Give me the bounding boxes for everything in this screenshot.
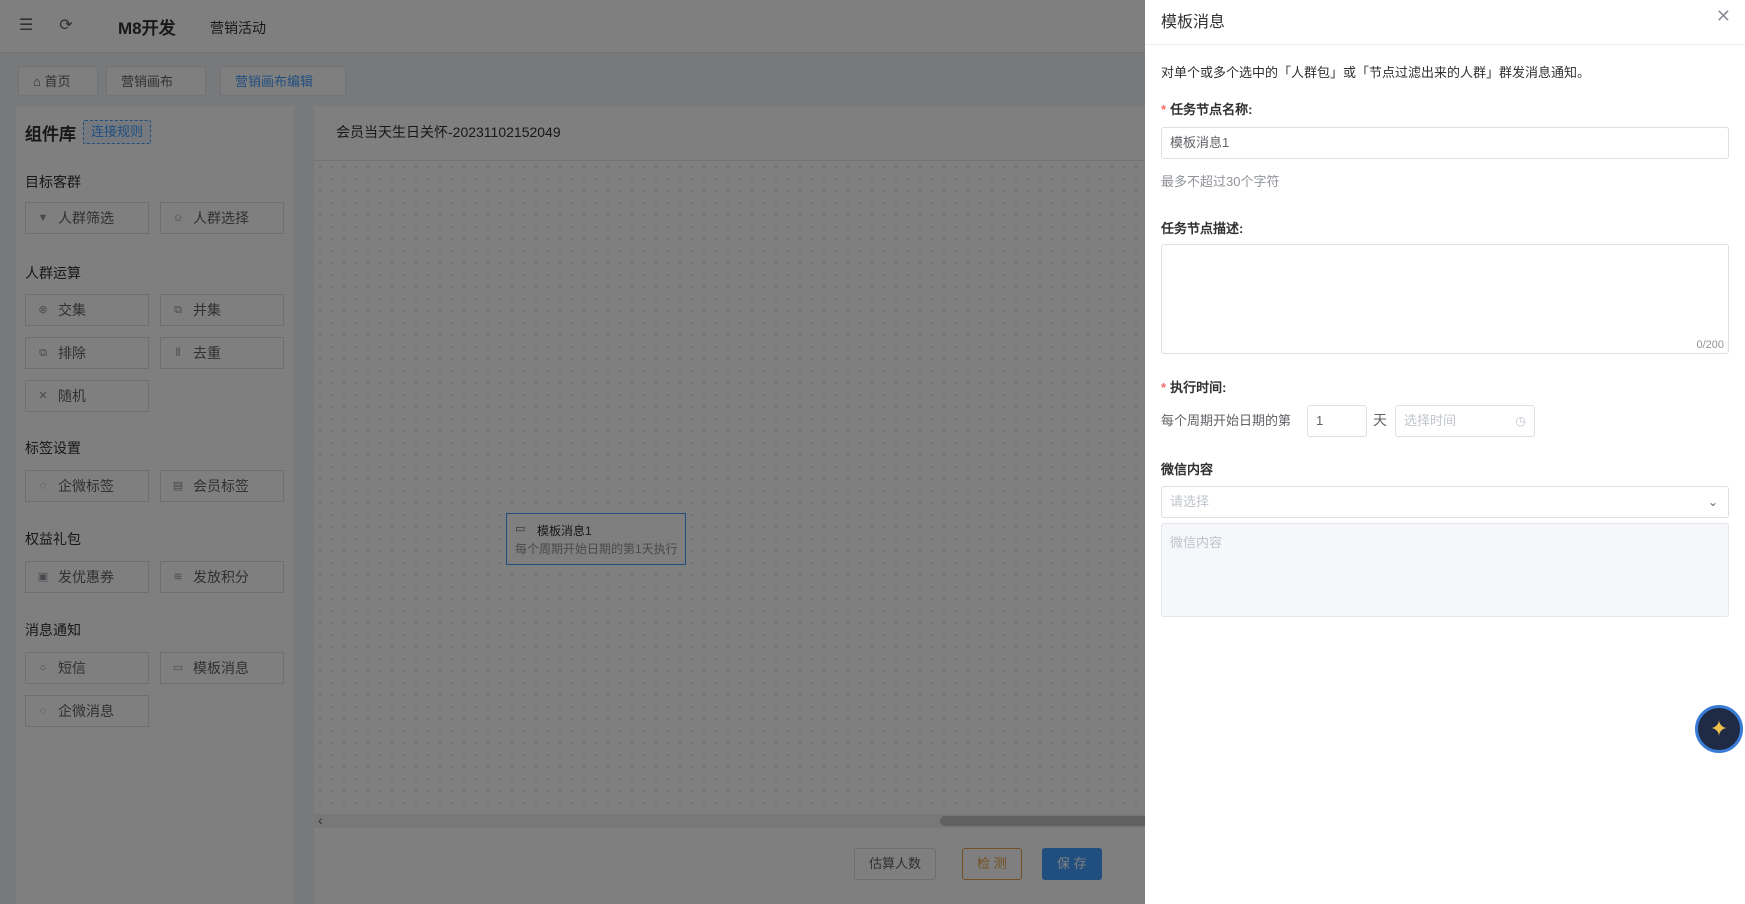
required-mark: * bbox=[1161, 102, 1167, 117]
name-label-text: 任务节点名称: bbox=[1170, 102, 1253, 117]
name-label: * 任务节点名称: bbox=[1161, 99, 1252, 118]
wechat-select[interactable]: 请选择 ⌄ bbox=[1161, 486, 1729, 518]
time-picker[interactable]: 选择时间 ◷ bbox=[1395, 405, 1535, 437]
assistant-avatar[interactable]: ✦ bbox=[1695, 705, 1743, 753]
exec-label-text: 执行时间: bbox=[1170, 380, 1227, 395]
drawer-intro: 对单个或多个选中的「人群包」或「节点过滤出来的人群」群发消息通知。 bbox=[1161, 65, 1591, 80]
clock-icon: ◷ bbox=[1515, 414, 1526, 428]
wechat-content-textarea: 微信内容 bbox=[1161, 523, 1729, 617]
exec-prefix: 每个周期开始日期的第 bbox=[1161, 413, 1292, 428]
time-placeholder: 选择时间 bbox=[1404, 413, 1457, 428]
app-root: ☰ ⟳ M8开发 营销活动 ⌂ 首页 营销画布✕ 营销画布编辑✕ 组件库 连接规… bbox=[0, 0, 1745, 904]
exec-label: * 执行时间: bbox=[1161, 377, 1226, 396]
desc-label: 任务节点描述: bbox=[1161, 221, 1244, 236]
drawer-title: 模板消息 bbox=[1161, 14, 1226, 31]
template-msg-drawer: 模板消息 ✕ 对单个或多个选中的「人群包」或「节点过滤出来的人群」群发消息通知。… bbox=[1145, 0, 1745, 904]
required-mark: * bbox=[1161, 380, 1167, 395]
exec-day-input[interactable]: 1 bbox=[1307, 405, 1367, 437]
close-icon[interactable]: ✕ bbox=[1716, 6, 1731, 27]
drawer-header: 模板消息 ✕ bbox=[1145, 0, 1745, 45]
select-placeholder: 请选择 bbox=[1170, 494, 1210, 509]
char-count: 0/200 bbox=[1696, 339, 1724, 351]
chevron-down-icon: ⌄ bbox=[1707, 495, 1718, 509]
node-desc-textarea[interactable]: 0/200 bbox=[1161, 244, 1729, 354]
wechat-label: 微信内容 bbox=[1161, 462, 1214, 477]
exec-day-unit: 天 bbox=[1373, 412, 1387, 428]
wechat-placeholder: 微信内容 bbox=[1170, 535, 1223, 550]
name-hint: 最多不超过30个字符 bbox=[1161, 174, 1280, 189]
node-name-input[interactable]: 模板消息1 bbox=[1161, 127, 1729, 159]
